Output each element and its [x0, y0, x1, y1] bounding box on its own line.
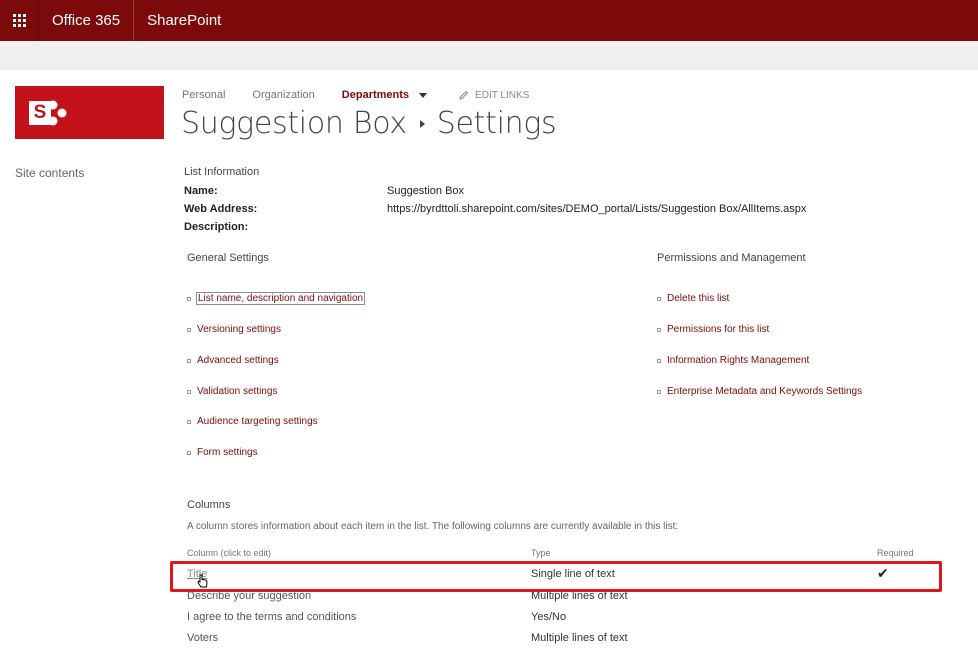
metadata-settings-link[interactable]: Enterprise Metadata and Keywords Setting…: [657, 386, 862, 397]
page-title: Suggestion Box Settings: [181, 106, 557, 141]
column-header-type: Type: [531, 548, 551, 558]
web-address-label: Web Address:: [184, 203, 258, 215]
bullet-icon: [187, 327, 191, 332]
name-value: Suggestion Box: [387, 185, 465, 197]
site-logo[interactable]: S: [15, 86, 164, 139]
irm-link[interactable]: Information Rights Management: [657, 355, 809, 366]
edit-links-label: EDIT LINKS: [475, 89, 530, 101]
leftnav-site-contents[interactable]: Site contents: [15, 166, 84, 180]
description-label: Description:: [184, 221, 249, 233]
chevron-down-icon[interactable]: [419, 92, 428, 98]
app-launcher-icon[interactable]: [0, 0, 39, 41]
breadcrumb-separator-icon: [419, 119, 425, 128]
breadcrumb-list[interactable]: Suggestion Box: [181, 106, 407, 141]
form-settings-link[interactable]: Form settings: [187, 447, 258, 458]
column-type: Multiple lines of text: [531, 632, 628, 644]
list-information-heading: List Information: [184, 166, 260, 178]
ribbon-strip: [0, 41, 978, 70]
bullet-icon: [187, 419, 191, 424]
validation-settings-link[interactable]: Validation settings: [187, 386, 277, 397]
suite-bar: Office 365 SharePoint: [0, 0, 978, 41]
nav-organization[interactable]: Organization: [252, 89, 314, 101]
bullet-icon: [657, 358, 661, 363]
table-row: Describe your suggestion Multiple lines …: [187, 590, 927, 610]
bullet-icon: [187, 358, 191, 363]
hand-pointer-icon: [197, 574, 208, 591]
bullet-icon: [187, 389, 191, 394]
general-settings-heading: General Settings: [187, 252, 269, 264]
sharepoint-link[interactable]: SharePoint: [134, 0, 234, 41]
columns-description: A column stores information about each i…: [187, 521, 679, 532]
column-type: Yes/No: [531, 611, 567, 623]
bullet-icon: [187, 296, 191, 301]
delete-list-link[interactable]: Delete this list: [657, 293, 729, 304]
breadcrumb-current: Settings: [436, 106, 557, 141]
web-address-value: https://byrdttoli.sharepoint.com/sites/D…: [387, 203, 807, 215]
highlight-box: [170, 561, 942, 592]
audience-targeting-link[interactable]: Audience targeting settings: [187, 416, 318, 427]
nav-personal[interactable]: Personal: [182, 89, 225, 101]
top-navigation: Personal Organization Departments EDIT L…: [182, 89, 529, 101]
permissions-heading: Permissions and Management: [657, 252, 806, 264]
table-row: I agree to the terms and conditions Yes/…: [187, 611, 927, 631]
sharepoint-logo-icon: S: [29, 95, 67, 131]
bullet-icon: [657, 296, 661, 301]
column-name-link[interactable]: Voters: [187, 632, 218, 644]
edit-links-button[interactable]: EDIT LINKS: [459, 90, 529, 101]
column-name-link[interactable]: I agree to the terms and conditions: [187, 611, 356, 623]
bullet-icon: [657, 327, 661, 332]
name-label: Name:: [184, 185, 218, 197]
table-row: Voters Multiple lines of text: [187, 632, 927, 648]
column-header-name: Column (click to edit): [187, 548, 272, 558]
bullet-icon: [657, 389, 661, 394]
versioning-settings-link[interactable]: Versioning settings: [187, 324, 281, 335]
office365-link[interactable]: Office 365: [39, 0, 135, 41]
bullet-icon: [187, 450, 191, 455]
list-name-settings-link[interactable]: List name, description and navigation: [187, 292, 366, 305]
pencil-icon: [459, 90, 469, 100]
advanced-settings-link[interactable]: Advanced settings: [187, 355, 279, 366]
nav-departments[interactable]: Departments: [342, 89, 409, 101]
columns-heading: Columns: [187, 499, 231, 511]
column-header-required: Required: [877, 548, 914, 558]
permissions-link[interactable]: Permissions for this list: [657, 324, 769, 335]
